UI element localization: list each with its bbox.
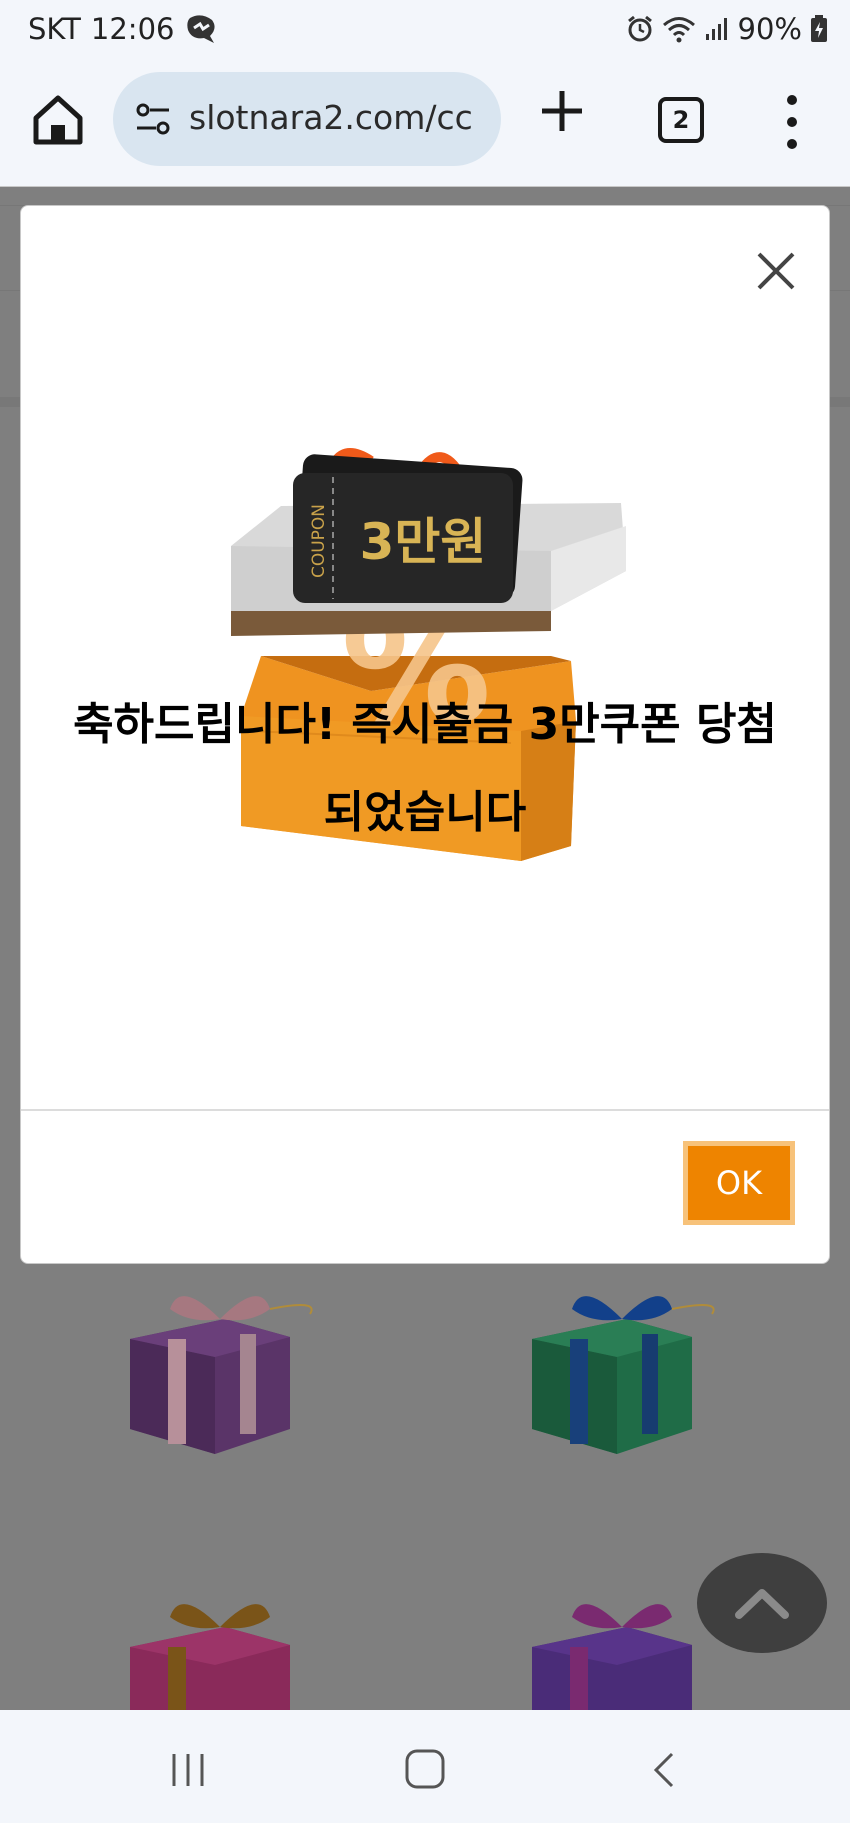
new-tab-icon[interactable] (537, 86, 587, 136)
coupon-amount: 3만원 (360, 513, 487, 571)
wifi-icon (662, 17, 695, 43)
url-text: slotnara2.com/cc (189, 98, 473, 137)
gift-box-green-icon[interactable] (522, 1279, 732, 1479)
time-label: 12:06 (90, 12, 175, 46)
recent-apps-icon[interactable] (168, 1750, 208, 1790)
gift-box-purple-icon[interactable] (120, 1279, 330, 1479)
more-menu-icon[interactable] (780, 90, 804, 154)
close-icon[interactable] (751, 246, 801, 296)
status-bar: SKT 12:06 90% (0, 0, 850, 62)
ok-button-label: OK (715, 1164, 763, 1202)
dialog-footer-divider (21, 1109, 829, 1111)
tab-count: 2 (672, 106, 690, 134)
win-message-line1: 축하드립니다! 즉시출금 3만쿠폰 당첨 (73, 699, 777, 750)
address-bar[interactable]: slotnara2.com/cc (113, 72, 501, 166)
win-message-line2: 되었습니다 (323, 787, 527, 838)
signal-icon (705, 18, 727, 40)
home-nav-icon[interactable] (404, 1748, 446, 1790)
browser-toolbar: slotnara2.com/cc 2 (0, 62, 850, 187)
coupon-win-dialog: % COUPON 3만원 축하드립니다! 즉시출금 3만쿠폰 당첨 되었습니다 … (20, 205, 830, 1264)
coupon-label: COUPON (309, 504, 329, 578)
system-navigation-bar (0, 1710, 850, 1823)
battery-charging-icon (811, 15, 827, 42)
carrier-label: SKT (28, 12, 81, 46)
win-message: 축하드립니다! 즉시출금 3만쿠폰 당첨 되었습니다 (21, 681, 829, 857)
messenger-icon (187, 15, 216, 43)
alarm-icon (627, 15, 652, 42)
gift-box-pink-icon[interactable] (120, 1587, 330, 1710)
battery-percent: 90% (737, 12, 802, 46)
site-settings-icon[interactable] (133, 99, 173, 139)
ok-button[interactable]: OK (683, 1141, 795, 1225)
back-icon[interactable] (648, 1750, 678, 1790)
tab-switcher-button[interactable]: 2 (658, 97, 704, 143)
scroll-to-top-button[interactable] (697, 1553, 827, 1653)
home-icon[interactable] (28, 90, 88, 150)
